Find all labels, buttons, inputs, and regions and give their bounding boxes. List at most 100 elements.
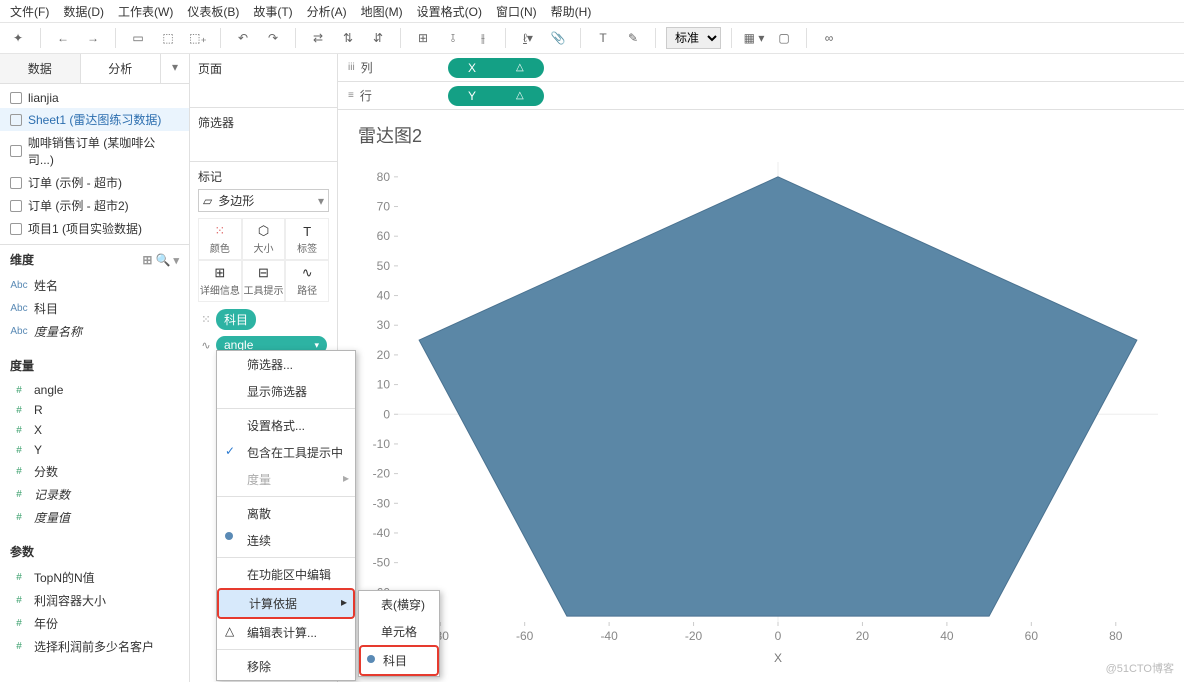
field-item[interactable]: #分数 [0, 460, 189, 483]
pin-icon[interactable]: 📎 [546, 26, 570, 50]
shelf-path[interactable]: ∿路径 [285, 260, 329, 302]
db-icon [10, 114, 22, 126]
columns-icon: iii [348, 62, 355, 73]
rows-shelf[interactable]: ≡行 Y△ [338, 82, 1184, 110]
ctx-edit-tablecalc[interactable]: △编辑表计算... [217, 619, 355, 646]
field-item[interactable]: #利润容器大小 [0, 589, 189, 612]
mark-type-select[interactable]: ▱多边形▾ [198, 189, 329, 212]
sort-desc-icon[interactable]: ⇵ [366, 26, 390, 50]
pill-color-dimension[interactable]: 科目 [216, 309, 256, 330]
menu-bar: 文件(F) 数据(D) 工作表(W) 仪表板(B) 故事(T) 分析(A) 地图… [0, 0, 1184, 22]
undo-icon[interactable]: ↶ [231, 26, 255, 50]
sort-asc-icon[interactable]: ⇅ [336, 26, 360, 50]
menu-data[interactable]: 数据(D) [57, 1, 110, 22]
field-item[interactable]: #angle [0, 380, 189, 400]
menu-window[interactable]: 窗口(N) [490, 1, 543, 22]
shelf-detail[interactable]: ⊞详细信息 [198, 260, 242, 302]
new-datasource-icon[interactable]: ⬚ [156, 26, 180, 50]
ctx-show-filter[interactable]: 显示筛选器 [217, 378, 355, 405]
panel-more-icon[interactable]: ▾ [161, 54, 189, 83]
datasource-item[interactable]: Sheet1 (雷达图练习数据) [0, 108, 189, 131]
swap-icon[interactable]: ⇄ [306, 26, 330, 50]
ctx-format[interactable]: 设置格式... [217, 412, 355, 439]
menu-dashboard[interactable]: 仪表板(B) [181, 1, 245, 22]
datasource-list: lianjia Sheet1 (雷达图练习数据) 咖啡销售订单 (某咖啡公司..… [0, 84, 189, 245]
showme-icon[interactable]: ▦ ▾ [742, 26, 766, 50]
shelf-tooltip[interactable]: ⊟工具提示 [242, 260, 286, 302]
field-item[interactable]: #Y [0, 440, 189, 460]
menu-story[interactable]: 故事(T) [247, 1, 298, 22]
shelf-label[interactable]: T标签 [285, 218, 329, 260]
redo-icon[interactable]: ↷ [261, 26, 285, 50]
annotate-icon[interactable]: ✎ [621, 26, 645, 50]
shelf-size[interactable]: ⬡大小 [242, 218, 286, 260]
field-item[interactable]: #记录数 [0, 483, 189, 506]
field-item[interactable]: #X [0, 420, 189, 440]
submenu-table-across[interactable]: 表(横穿) [359, 591, 439, 618]
parameters-list: #TopN的N值 #利润容器大小 #年份 #选择利润前多少名客户 [0, 566, 189, 666]
datasource-item[interactable]: 咖啡销售订单 (某咖啡公司...) [0, 131, 189, 171]
tab-analysis[interactable]: 分析 [81, 54, 162, 83]
submenu-cell[interactable]: 单元格 [359, 618, 439, 645]
ctx-discrete[interactable]: 离散 [217, 500, 355, 527]
separator [217, 408, 355, 409]
columns-shelf[interactable]: iii列 X△ [338, 54, 1184, 82]
back-icon[interactable]: ← [51, 26, 75, 50]
submenu-subject[interactable]: 科目 [359, 645, 439, 676]
search-field-icon[interactable]: 🔍 [155, 253, 170, 267]
chart-title[interactable]: 雷达图2 [338, 110, 1184, 152]
svg-text:50: 50 [377, 259, 391, 273]
svg-text:60: 60 [1025, 629, 1039, 643]
parameters-header: 参数 [0, 537, 189, 566]
field-item[interactable]: Abc姓名 [0, 274, 189, 297]
menu-file[interactable]: 文件(F) [4, 1, 55, 22]
label-icon[interactable]: T [591, 26, 615, 50]
svg-text:20: 20 [377, 348, 391, 362]
ctx-filter[interactable]: 筛选器... [217, 351, 355, 378]
filters-shelf-label: 筛选器 [198, 114, 329, 131]
group-icon[interactable]: ⊞ [411, 26, 435, 50]
menu-worksheet[interactable]: 工作表(W) [112, 1, 179, 22]
field-item[interactable]: #TopN的N值 [0, 566, 189, 589]
present-icon[interactable]: ▢ [772, 26, 796, 50]
chart-canvas[interactable]: -60-50-40-30-20-1001020304050607080-80-6… [338, 152, 1184, 680]
datasource-item[interactable]: 订单 (示例 - 超市) [0, 171, 189, 194]
field-item[interactable]: #年份 [0, 612, 189, 635]
field-item[interactable]: #R [0, 400, 189, 420]
ctx-remove[interactable]: 移除 [217, 653, 355, 680]
field-item[interactable]: #度量值 [0, 506, 189, 529]
fit-mode-select[interactable]: 标准 [666, 27, 721, 49]
datasource-item[interactable]: 项目1 (项目实验数据) [0, 217, 189, 240]
forward-icon[interactable]: → [81, 26, 105, 50]
svg-text:40: 40 [377, 289, 391, 303]
datasource-item[interactable]: lianjia [0, 88, 189, 108]
datasource-item[interactable]: 订单 (示例 - 超市2) [0, 194, 189, 217]
svg-text:-40: -40 [600, 629, 618, 643]
columns-pill[interactable]: X△ [448, 58, 544, 78]
svg-text:20: 20 [856, 629, 870, 643]
ctx-compute-using[interactable]: 计算依据▸ 表(横穿) 单元格 科目 [217, 588, 355, 619]
menu-analysis[interactable]: 分析(A) [301, 1, 353, 22]
menu-format[interactable]: 设置格式(O) [411, 1, 488, 22]
menu-help[interactable]: 帮助(H) [545, 1, 598, 22]
field-item[interactable]: Abc科目 [0, 297, 189, 320]
highlight-icon[interactable]: ℓ ▾ [516, 26, 540, 50]
rows-pill[interactable]: Y△ [448, 86, 544, 106]
ctx-edit-inline[interactable]: 在功能区中编辑 [217, 561, 355, 588]
sort1-icon[interactable]: ⫱ [441, 26, 465, 50]
new-worksheet-icon[interactable]: ⬚₊ [186, 26, 210, 50]
shelf-color[interactable]: ⁙颜色 [198, 218, 242, 260]
field-item[interactable]: Abc度量名称 [0, 320, 189, 343]
field-item[interactable]: #选择利润前多少名客户 [0, 635, 189, 658]
share-icon[interactable]: ∞ [817, 26, 841, 50]
svg-text:-50: -50 [373, 556, 391, 570]
view-mode-icon[interactable]: ⊞ [142, 253, 152, 267]
ctx-include-tooltip[interactable]: ✓包含在工具提示中 [217, 439, 355, 466]
save-icon[interactable]: ▭ [126, 26, 150, 50]
menu-map[interactable]: 地图(M) [355, 1, 409, 22]
ctx-continuous[interactable]: 连续 [217, 527, 355, 554]
sort2-icon[interactable]: ⫲ [471, 26, 495, 50]
svg-text:80: 80 [1109, 629, 1123, 643]
tab-data[interactable]: 数据 [0, 54, 81, 83]
measures-list: #angle #R #X #Y #分数 #记录数 #度量值 [0, 380, 189, 537]
